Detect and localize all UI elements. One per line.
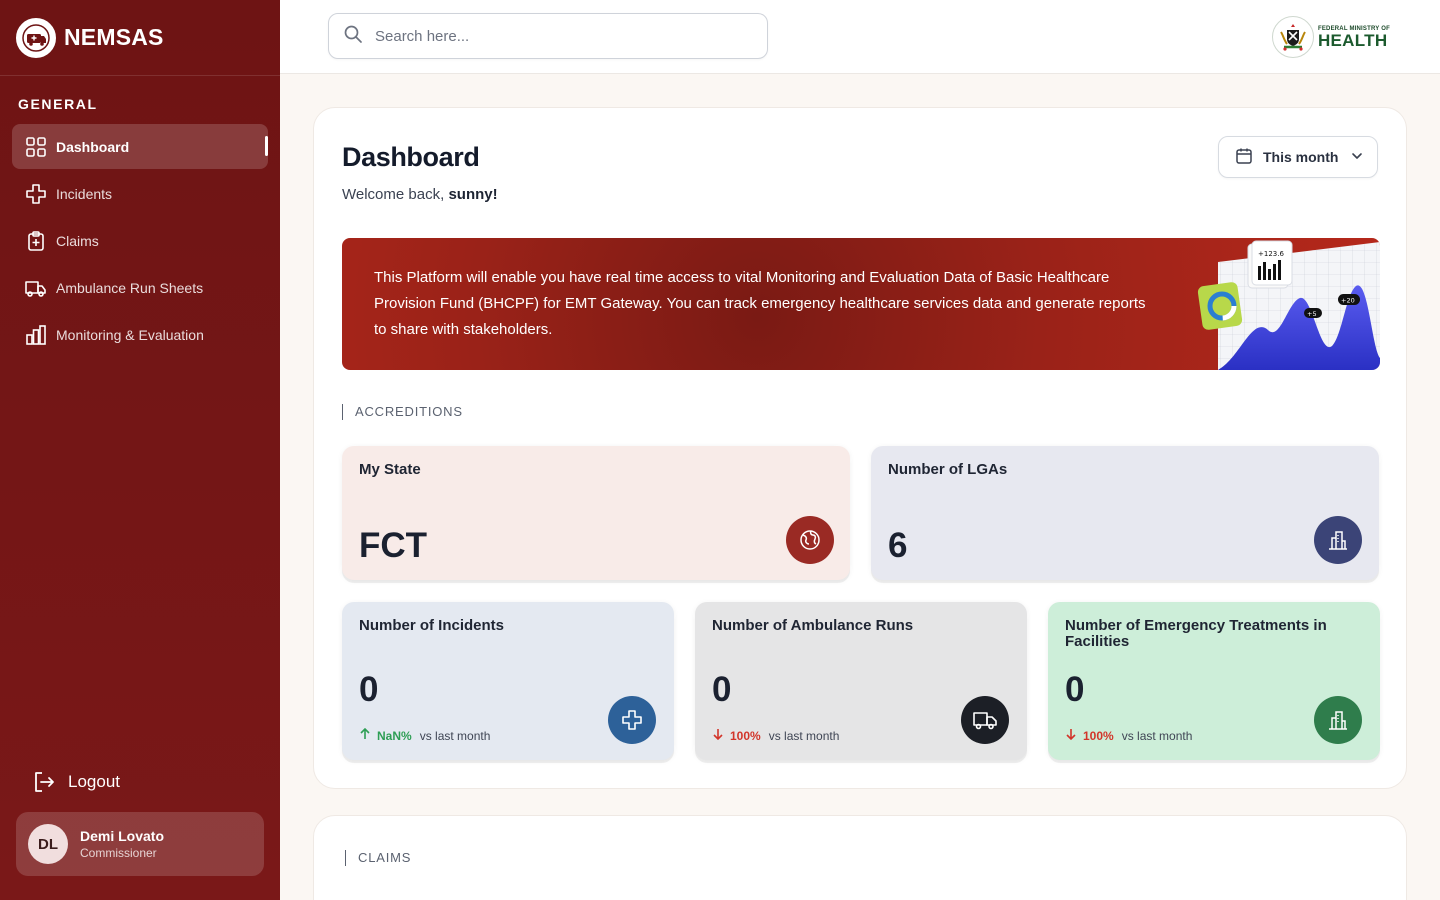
avatar: DL	[28, 824, 68, 864]
chevron-down-icon	[1350, 149, 1364, 166]
ministry-of-health-logo: FEDERAL MINISTRY OF HEALTH	[1271, 16, 1390, 58]
ambulance-icon	[24, 276, 48, 300]
welcome-message: Welcome back, sunny!	[342, 186, 498, 203]
clipboard-plus-icon	[24, 229, 48, 253]
sidebar: NEMSAS GENERAL Dashboard Incidents Claim…	[0, 0, 280, 900]
stat-value: 0	[712, 670, 732, 709]
building-icon	[1314, 516, 1362, 564]
user-name: Demi Lovato	[80, 828, 165, 844]
trend-indicator: NaN% vs last month	[359, 727, 491, 743]
topbar: FEDERAL MINISTRY OF HEALTH	[280, 0, 1440, 74]
brand[interactable]: NEMSAS	[0, 0, 280, 76]
sidebar-item-label: Incidents	[56, 185, 113, 202]
sidebar-item-incidents[interactable]: Incidents	[12, 171, 268, 216]
sidebar-item-monitoring-evaluation[interactable]: Monitoring & Evaluation	[12, 312, 268, 357]
trend-suffix: vs last month	[768, 728, 840, 743]
banner-text: This Platform will enable you have real …	[374, 269, 1146, 338]
stat-card-lgas[interactable]: Number of LGAs 6	[871, 446, 1379, 580]
sidebar-item-ambulance-run-sheets[interactable]: Ambulance Run Sheets	[12, 265, 268, 310]
ambulance-logo-icon	[16, 17, 56, 58]
arrow-down-icon	[712, 728, 724, 743]
period-label: This month	[1263, 149, 1339, 165]
stat-card-emergency-treatments[interactable]: Number of Emergency Treatments in Facili…	[1048, 602, 1380, 760]
info-banner: This Platform will enable you have real …	[342, 238, 1380, 370]
search-icon	[343, 24, 363, 49]
bar-chart-icon	[24, 323, 48, 347]
sidebar-item-label: Dashboard	[56, 138, 130, 155]
logout-label: Logout	[68, 772, 120, 791]
art-label-3: +20	[1341, 297, 1355, 305]
logout-icon	[32, 770, 56, 794]
grid-icon	[24, 135, 48, 159]
welcome-prefix: Welcome back,	[342, 186, 449, 203]
trend-suffix: vs last month	[1121, 728, 1193, 743]
medical-cross-icon	[608, 696, 656, 744]
accreditations-section-title: ACCREDITIONS	[342, 404, 463, 420]
arrow-up-icon	[359, 727, 371, 743]
stat-card-ambulance-runs[interactable]: Number of Ambulance Runs 0 100% vs last …	[695, 602, 1027, 760]
medical-cross-icon	[24, 182, 48, 206]
stat-title: Number of LGAs	[888, 461, 1008, 478]
trend-percent: NaN%	[377, 728, 412, 743]
welcome-username: sunny!	[448, 186, 498, 203]
dashboard-card: Dashboard Welcome back, sunny! This mont…	[313, 107, 1407, 789]
page-title: Dashboard	[342, 142, 480, 172]
analytics-illustration-icon: +123.6 +5 +20	[1197, 240, 1380, 370]
sidebar-item-dashboard[interactable]: Dashboard	[12, 124, 268, 169]
arrow-down-icon	[1065, 728, 1077, 743]
sidebar-item-claims[interactable]: Claims	[12, 218, 268, 263]
stat-title: Number of Ambulance Runs	[712, 617, 914, 634]
user-role: Commissioner	[80, 846, 157, 860]
ministry-big-text: HEALTH	[1317, 30, 1388, 50]
sidebar-item-label: Monitoring & Evaluation	[56, 326, 204, 343]
sidebar-item-label: Ambulance Run Sheets	[56, 279, 204, 296]
trend-indicator: 100% vs last month	[712, 728, 839, 743]
art-label-2: +5	[1307, 310, 1317, 318]
search-input[interactable]	[375, 27, 735, 45]
app-name: NEMSAS	[64, 24, 164, 50]
stat-title: My State	[359, 461, 421, 478]
stat-value: FCT	[359, 526, 428, 565]
logout-button[interactable]: Logout	[32, 770, 120, 794]
stat-value: 0	[1065, 670, 1085, 709]
search-box[interactable]	[328, 13, 768, 59]
building-icon	[1314, 696, 1362, 744]
sidebar-section-title: GENERAL	[18, 96, 98, 112]
trend-suffix: vs last month	[419, 728, 491, 743]
claims-section-title: CLAIMS	[345, 850, 411, 866]
user-profile-card[interactable]: DL Demi Lovato Commissioner	[16, 812, 264, 876]
calendar-icon	[1235, 147, 1253, 168]
period-dropdown[interactable]: This month	[1218, 136, 1378, 178]
claims-card: CLAIMS	[313, 815, 1407, 900]
stat-value: 6	[888, 526, 908, 565]
stat-card-incidents[interactable]: Number of Incidents 0 NaN% vs last month	[342, 602, 674, 760]
globe-icon	[786, 516, 834, 564]
sidebar-nav: Dashboard Incidents Claims Ambulance Run…	[0, 124, 280, 357]
stat-title: Number of Incidents	[359, 617, 505, 634]
art-label-1: +123.6	[1258, 250, 1284, 258]
trend-indicator: 100% vs last month	[1065, 728, 1192, 743]
coat-of-arms-icon	[1271, 16, 1314, 58]
stat-title: Number of Emergency Treatments in Facili…	[1065, 617, 1327, 650]
trend-percent: 100%	[1083, 728, 1114, 743]
sidebar-item-label: Claims	[56, 232, 99, 249]
stat-value: 0	[359, 670, 379, 709]
truck-icon	[961, 696, 1009, 744]
stat-card-my-state[interactable]: My State FCT	[342, 446, 850, 580]
trend-percent: 100%	[730, 728, 761, 743]
